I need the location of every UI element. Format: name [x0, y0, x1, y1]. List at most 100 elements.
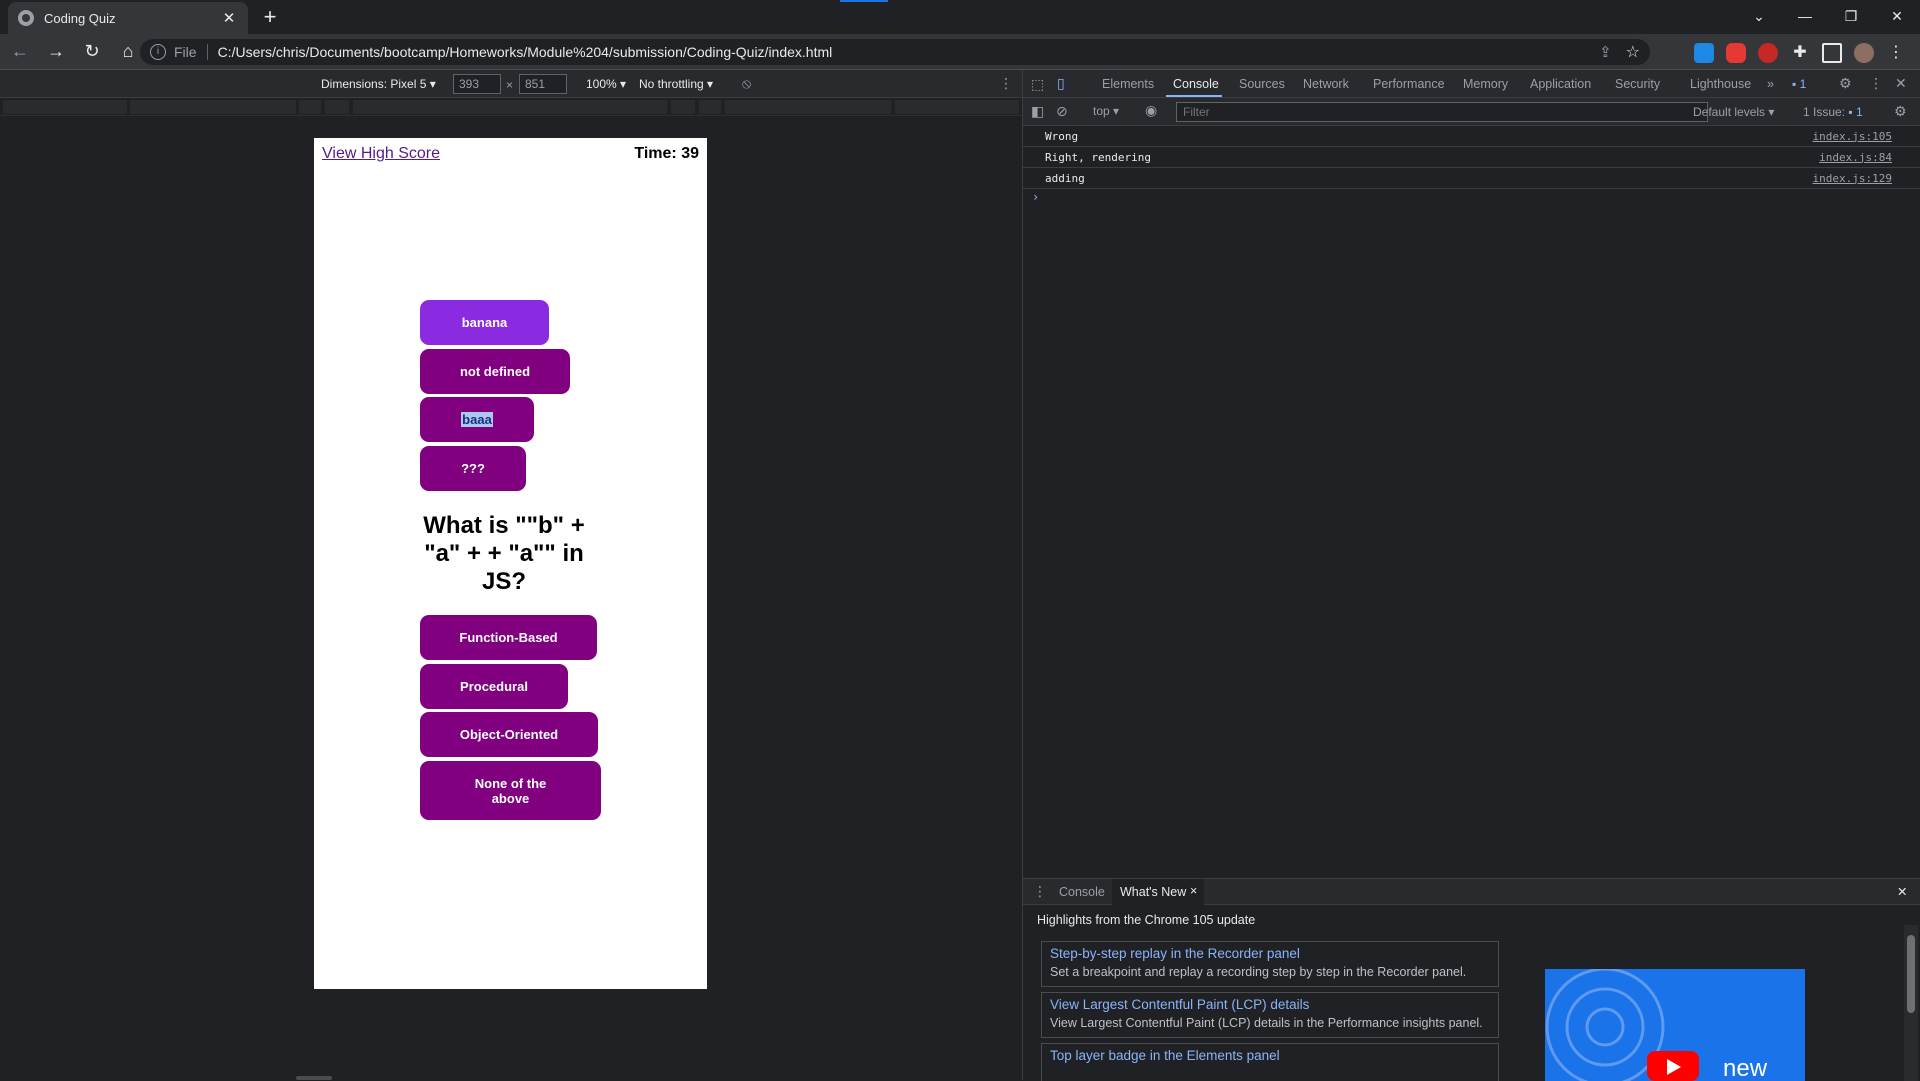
sidebar-toggle-icon[interactable]: ◧ [1031, 103, 1044, 120]
rotate-icon[interactable]: ⦸ [742, 75, 751, 92]
devtools-menu-icon[interactable]: ⋮ [1869, 75, 1883, 92]
more-tabs-icon[interactable]: » [1767, 77, 1774, 91]
restore-icon[interactable]: ❐ [1836, 4, 1866, 28]
drawer-tab-label: What's New [1120, 885, 1187, 899]
side-panel-icon[interactable] [1822, 43, 1842, 63]
drawer-tab-whats-new[interactable]: What's New × [1112, 879, 1204, 905]
tab-performance[interactable]: Performance [1373, 77, 1445, 91]
close-devtools-icon[interactable]: ✕ [1895, 75, 1907, 92]
console-settings-gear-icon[interactable]: ⚙ [1894, 103, 1907, 120]
console-prompt[interactable]: › [1023, 189, 1920, 205]
settings-gear-icon[interactable]: ⚙ [1839, 75, 1852, 92]
card-title[interactable]: View Largest Contentful Paint (LCP) deta… [1050, 997, 1490, 1012]
answer-button[interactable]: Procedural [420, 664, 568, 709]
drawer-menu-icon[interactable]: ⋮ [1033, 883, 1047, 900]
tab-application[interactable]: Application [1530, 77, 1591, 91]
share-icon[interactable]: ⇪ [1599, 43, 1612, 61]
back-icon[interactable]: ← [4, 36, 36, 68]
close-drawer-icon[interactable]: ✕ [1897, 884, 1907, 899]
emulated-page: View High Score Time: 39 banana not defi… [314, 138, 707, 989]
source-link[interactable]: index.js:129 [1813, 172, 1892, 185]
drawer-tab-console[interactable]: Console [1059, 885, 1105, 899]
drawer-scrollbar[interactable] [1904, 925, 1918, 1081]
tab-security[interactable]: Security [1615, 77, 1660, 91]
log-text: Right, rendering [1045, 150, 1151, 164]
dimensions-dropdown[interactable]: Dimensions: Pixel 5 ▾ [321, 77, 436, 91]
throttling-dropdown[interactable]: No throttling ▾ [639, 77, 713, 91]
source-link[interactable]: index.js:105 [1813, 130, 1892, 143]
minimize-icon[interactable]: — [1790, 4, 1820, 28]
device-options-icon[interactable]: ⋮ [999, 75, 1013, 92]
width-input[interactable]: 393 [453, 74, 501, 94]
issues-badge[interactable]: ▪ 1 [1788, 75, 1810, 93]
viewport-scrollbar[interactable] [296, 1076, 332, 1080]
url-text[interactable]: C:/Users/chris/Documents/bootcamp/Homewo… [218, 44, 833, 60]
tab-close-icon[interactable]: ✕ [220, 9, 238, 27]
zoom-dropdown[interactable]: 100% ▾ [586, 77, 626, 91]
log-levels-dropdown[interactable]: Default levels ▾ [1693, 105, 1774, 119]
reload-icon[interactable]: ↻ [76, 36, 108, 68]
tab-console[interactable]: Console [1173, 77, 1219, 91]
device-toolbar: Dimensions: Pixel 5 ▾ 393 × 851 100% ▾ N… [0, 70, 1022, 98]
media-query-segment[interactable] [699, 100, 721, 114]
clear-console-icon[interactable]: ⊘ [1056, 103, 1068, 120]
tab-search-icon[interactable]: ⌄ [1744, 4, 1774, 28]
context-selector[interactable]: top ▾ [1093, 104, 1119, 118]
inspect-element-icon[interactable]: ⬚ [1031, 76, 1044, 93]
media-query-segment[interactable] [3, 100, 127, 114]
whats-new-card[interactable]: Step-by-step replay in the Recorder pane… [1041, 941, 1499, 987]
avatar[interactable] [1854, 43, 1874, 63]
tab-sources[interactable]: Sources [1239, 77, 1285, 91]
whats-new-card[interactable]: Top layer badge in the Elements panel [1041, 1043, 1499, 1081]
tab-memory[interactable]: Memory [1463, 77, 1508, 91]
media-query-segment[interactable] [325, 100, 349, 114]
scrollbar-thumb[interactable] [1907, 935, 1915, 1013]
media-query-segment[interactable] [353, 100, 667, 114]
devtools-drawer: ⋮ Console What's New × ✕ Highlights from… [1023, 878, 1920, 1081]
media-query-segment[interactable] [130, 100, 296, 114]
new-tab-button[interactable]: + [258, 5, 282, 29]
answer-button[interactable]: None of the above [420, 761, 601, 820]
info-icon[interactable]: i [150, 44, 166, 60]
answer-button[interactable]: ??? [420, 446, 526, 491]
tab-lighthouse[interactable]: Lighthouse [1690, 77, 1751, 91]
card-title[interactable]: Top layer badge in the Elements panel [1050, 1048, 1490, 1063]
device-toggle-icon[interactable]: ▯ [1057, 75, 1065, 92]
puzzle-icon[interactable]: ✚ [1790, 43, 1810, 63]
media-query-segment[interactable] [895, 100, 1019, 114]
media-query-segment[interactable] [299, 100, 321, 114]
menu-kebab-icon[interactable]: ⋮ [1886, 43, 1906, 63]
tab-network[interactable]: Network [1303, 77, 1349, 91]
answer-button[interactable]: Function-Based [420, 615, 597, 660]
view-high-score-link[interactable]: View High Score [322, 145, 440, 163]
extension-icon[interactable] [1726, 43, 1746, 63]
close-tab-icon[interactable]: × [1190, 884, 1197, 898]
live-expression-eye-icon[interactable]: ◉ [1145, 102, 1157, 119]
height-input[interactable]: 851 [519, 74, 567, 94]
source-link[interactable]: index.js:84 [1819, 151, 1892, 164]
browser-toolbar: ← → ↻ ⌂ i File C:/Users/chris/Documents/… [0, 34, 1920, 70]
address-bar[interactable]: i File C:/Users/chris/Documents/bootcamp… [140, 39, 1650, 65]
answer-button[interactable]: Object-Oriented [420, 712, 598, 757]
whats-new-video-thumbnail[interactable]: new [1545, 969, 1805, 1081]
browser-tab[interactable]: Coding Quiz ✕ [8, 2, 248, 34]
card-title[interactable]: Step-by-step replay in the Recorder pane… [1050, 946, 1490, 961]
extension-icon[interactable] [1694, 43, 1714, 63]
answer-button[interactable]: banana [420, 300, 549, 345]
forward-icon[interactable]: → [40, 36, 72, 68]
issues-summary-button[interactable]: 1 Issue: ▪ 1 [1803, 105, 1863, 119]
youtube-play-icon[interactable] [1647, 1051, 1699, 1081]
video-caption: new [1723, 1055, 1768, 1081]
drawer-tab-bar: ⋮ Console What's New × ✕ [1023, 879, 1920, 905]
whats-new-card[interactable]: View Largest Contentful Paint (LCP) deta… [1041, 992, 1499, 1038]
ublock-icon[interactable] [1758, 43, 1778, 63]
bookmark-star-icon[interactable]: ☆ [1626, 42, 1640, 62]
console-filter-input[interactable] [1176, 102, 1708, 122]
media-query-segment[interactable] [725, 100, 891, 114]
answer-button[interactable]: baaa [420, 397, 534, 442]
answer-button[interactable]: not defined [420, 349, 570, 394]
tab-elements[interactable]: Elements [1102, 77, 1154, 91]
console-message: Right, rendering index.js:84 [1023, 147, 1920, 168]
window-close-icon[interactable]: ✕ [1882, 4, 1912, 28]
media-query-segment[interactable] [671, 100, 695, 114]
